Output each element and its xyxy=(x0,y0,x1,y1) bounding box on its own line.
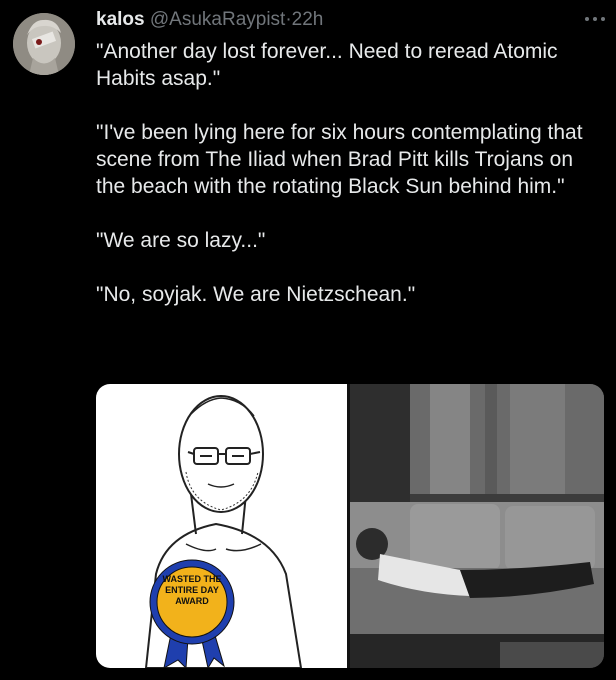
display-name[interactable]: kalos xyxy=(96,9,145,30)
more-icon[interactable] xyxy=(584,6,606,26)
post-paragraph: "I've been lying here for six hours cont… xyxy=(96,121,583,198)
post-header: kalos @AsukaRaypist·22h xyxy=(96,8,323,32)
soyjak-image[interactable]: WASTED THE ENTIRE DAY AWARD xyxy=(96,384,347,668)
post-paragraph: "Another day lost forever... Need to rer… xyxy=(96,40,558,90)
timestamp[interactable]: 22h xyxy=(292,9,324,30)
post-text: "Another day lost forever... Need to rer… xyxy=(96,38,608,335)
award-badge-text: WASTED THE ENTIRE DAY AWARD xyxy=(162,574,222,606)
photo-man-on-couch[interactable] xyxy=(350,384,604,668)
user-handle[interactable]: @AsukaRaypist xyxy=(150,9,285,30)
media-grid[interactable]: WASTED THE ENTIRE DAY AWARD xyxy=(96,384,604,668)
avatar[interactable] xyxy=(13,13,75,75)
post-paragraph: "We are so lazy..." xyxy=(96,229,266,252)
post-paragraph: "No, soyjak. We are Nietzschean." xyxy=(96,283,416,306)
